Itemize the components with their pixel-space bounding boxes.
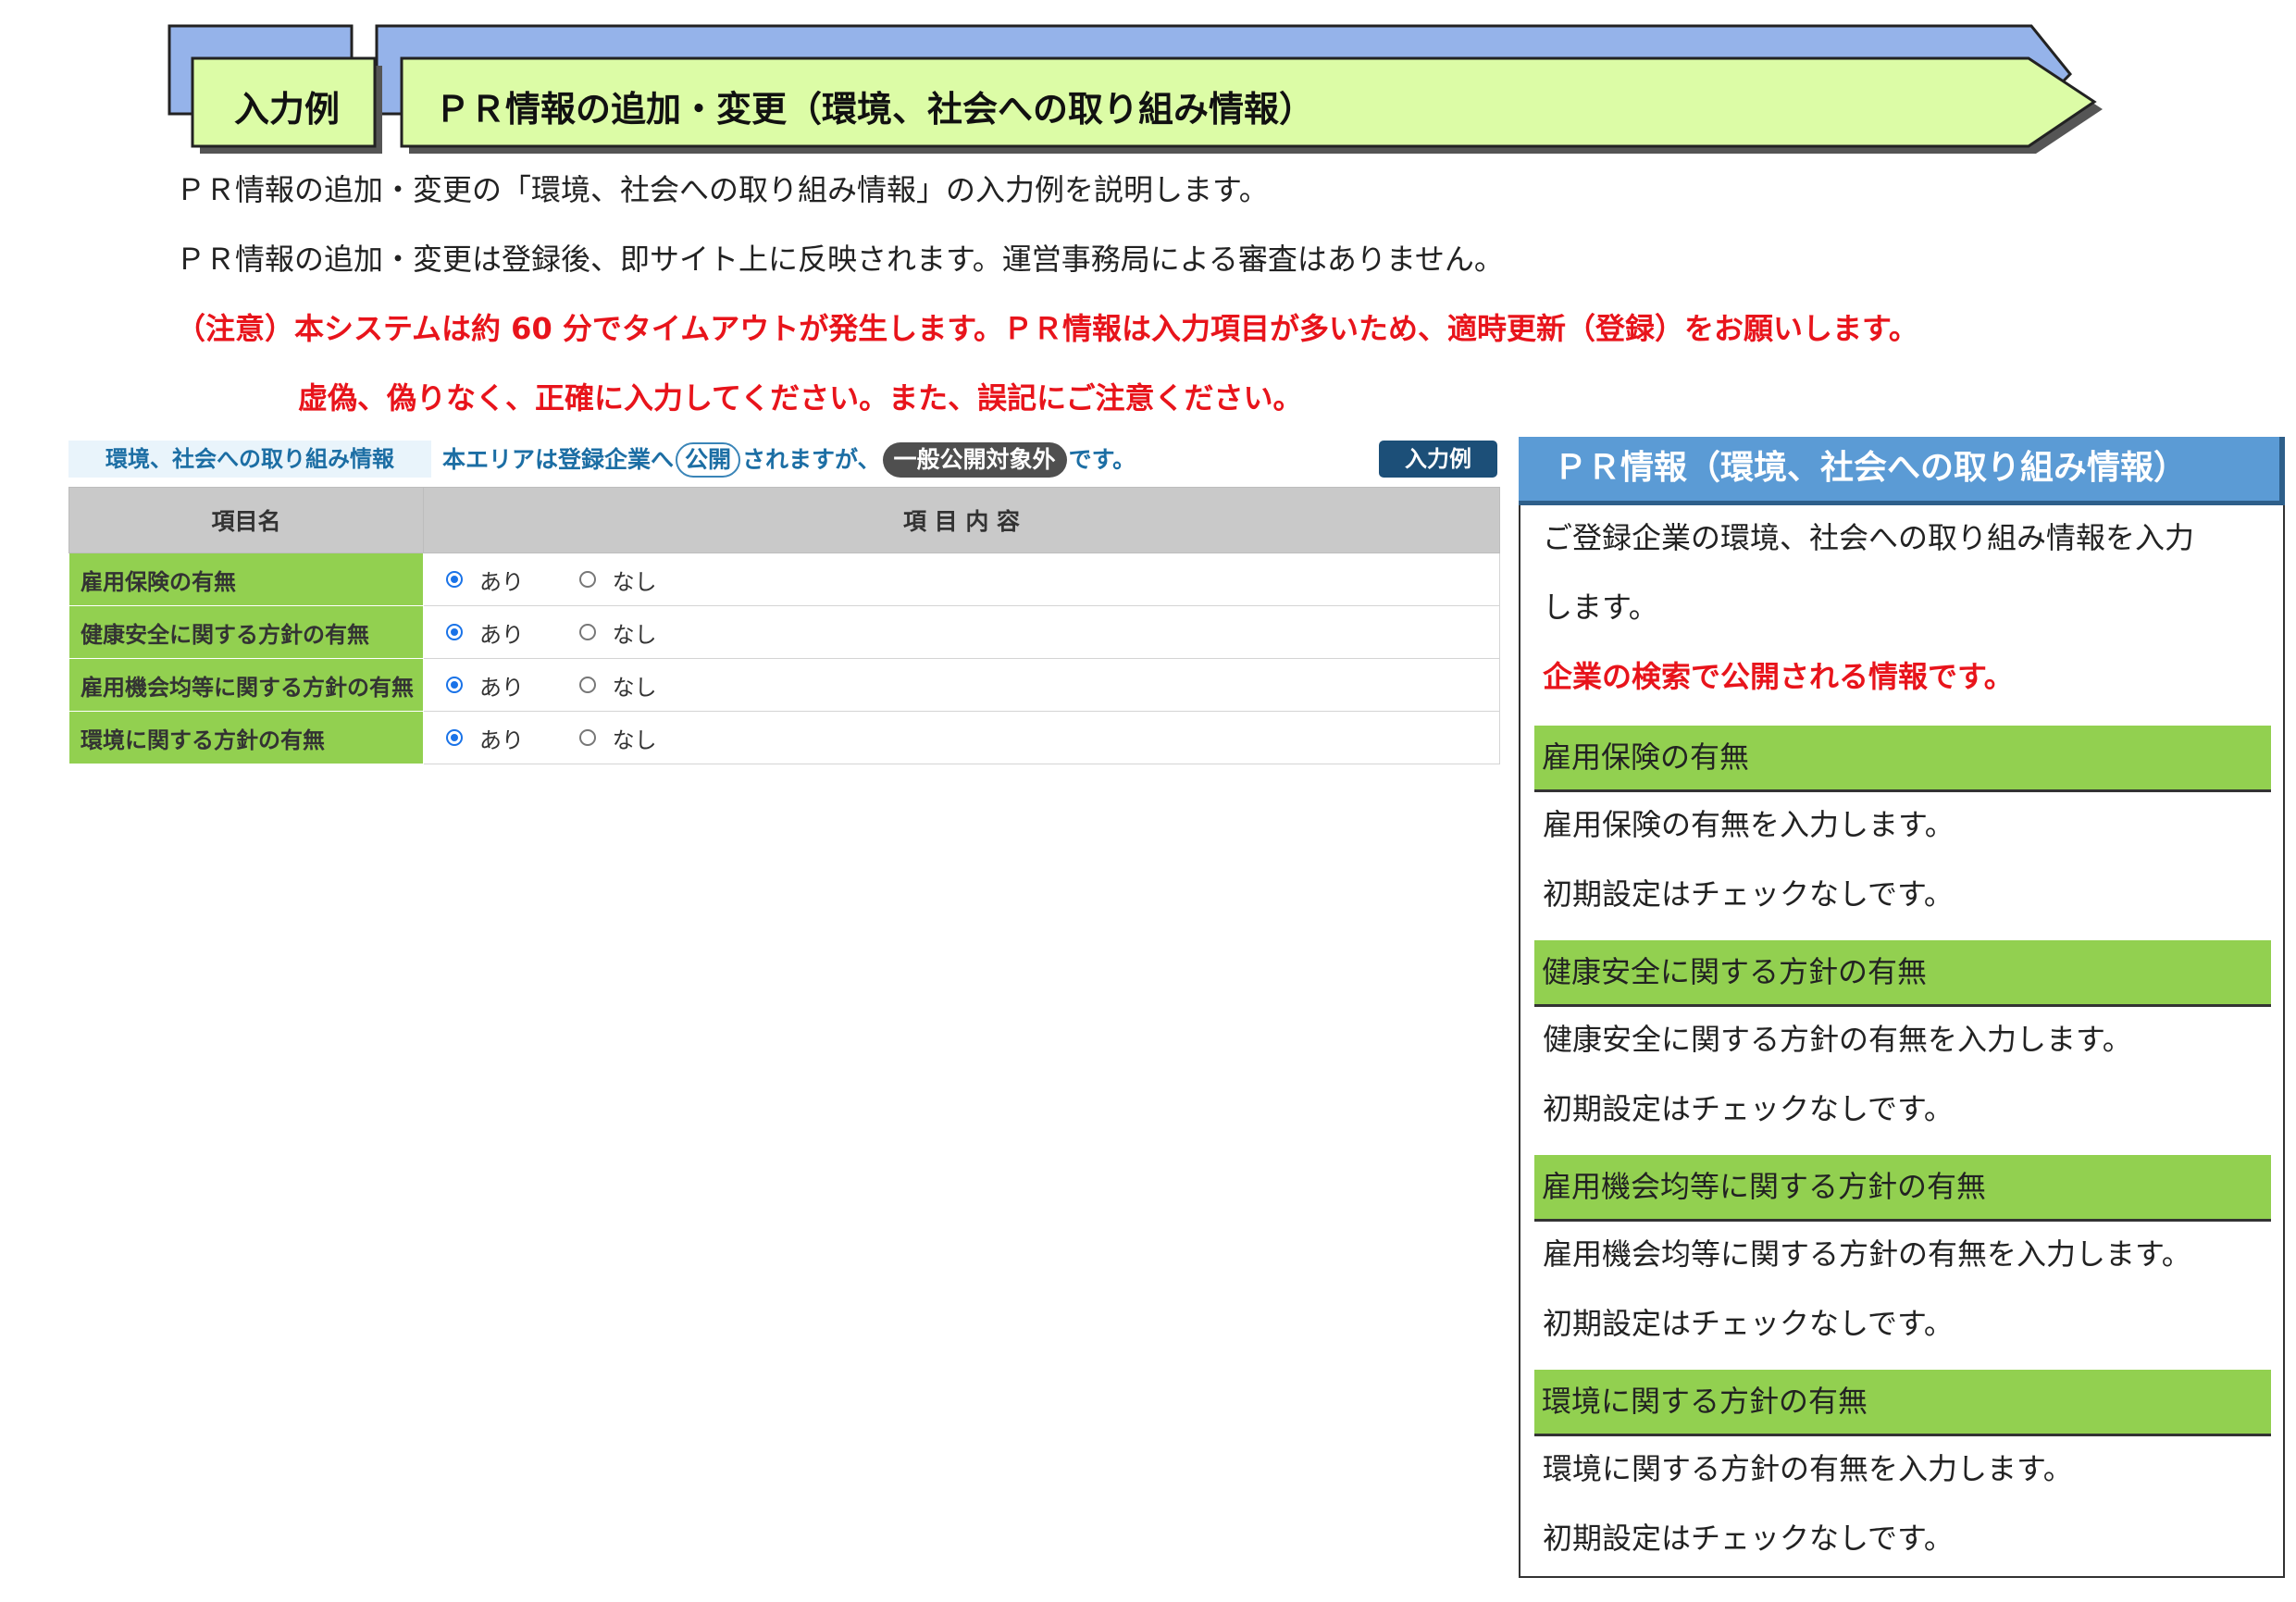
radio-no-label: なし	[612, 674, 657, 701]
input-example-button[interactable]: 入力例	[1379, 441, 1497, 478]
radio-no-employment-insurance[interactable]	[578, 571, 596, 588]
info-panel-title: ＰＲ情報（環境、社会への取り組み情報）	[1554, 449, 2188, 487]
radio-no-equal-opportunity[interactable]	[578, 677, 596, 693]
radio-yes-equal-opportunity[interactable]	[446, 677, 463, 693]
radio-no-environment[interactable]	[578, 729, 596, 746]
section-heading-text: 健康安全に関する方針の有無	[1542, 954, 1928, 989]
row-label: 雇用保険の有無	[68, 553, 424, 606]
panel-section-text: 雇用保険の有無を入力します。	[1543, 807, 1955, 842]
form-visibility-note: 本エリアは登録企業へ 公開 されますが、 一般公開対象外 です。	[442, 441, 1136, 479]
panel-section-text: 雇用機会均等に関する方針の有無を入力します。	[1543, 1236, 2191, 1272]
table-row: 環境に関する方針の有無 あり なし	[68, 711, 1500, 764]
section-heading-text: 雇用保険の有無	[1542, 739, 1750, 775]
table-row: 健康安全に関する方針の有無 あり なし	[68, 605, 1500, 659]
panel-desc-line-2: します。	[1543, 590, 1658, 625]
radio-yes-label: あり	[479, 674, 524, 701]
public-badge: 公開	[676, 442, 741, 478]
form-section-tag: 環境、社会への取り組み情報	[68, 441, 431, 478]
section-heading-text: 雇用機会均等に関する方針の有無	[1542, 1169, 1987, 1204]
panel-section-heading: 環境に関する方針の有無	[1534, 1370, 2271, 1436]
warning-line-1: （注意）本システムは約 60 分でタイムアウトが発生します。ＰＲ情報は入力項目が…	[176, 311, 1918, 346]
radio-yes-health-safety[interactable]	[446, 624, 463, 640]
note-middle: されますが、	[742, 446, 881, 473]
row-value: あり なし	[423, 711, 1500, 764]
header-label: 入力例	[233, 89, 340, 130]
panel-section-text: 健康安全に関する方針の有無を入力します。	[1543, 1022, 2132, 1057]
page-title: ＰＲ情報の追加・変更（環境、社会への取り組み情報）	[435, 89, 1315, 130]
row-value: あり なし	[423, 605, 1500, 659]
panel-section-heading: 雇用機会均等に関する方針の有無	[1534, 1155, 2271, 1222]
radio-no-label: なし	[612, 568, 657, 595]
radio-no-health-safety[interactable]	[578, 624, 596, 640]
radio-yes-environment[interactable]	[446, 729, 463, 746]
panel-section-heading: 雇用保険の有無	[1534, 726, 2271, 792]
panel-section-heading: 健康安全に関する方針の有無	[1534, 940, 2271, 1007]
radio-yes-label: あり	[479, 621, 524, 648]
panel-public-note: 企業の検索で公開される情報です。	[1543, 659, 2014, 694]
note-suffix: です。	[1068, 446, 1136, 473]
intro-line-1: ＰＲ情報の追加・変更の「環境、社会への取り組み情報」の入力例を説明します。	[176, 172, 1269, 207]
panel-section-default: 初期設定はチェックなしです。	[1543, 1521, 1954, 1556]
panel-desc-line-1: ご登録企業の環境、社会への取り組み情報を入力	[1543, 520, 2195, 555]
info-panel: ＰＲ情報（環境、社会への取り組み情報） ご登録企業の環境、社会への取り組み情報を…	[1519, 437, 2285, 1578]
panel-section-text: 環境に関する方針の有無を入力します。	[1543, 1451, 2073, 1486]
radio-yes-label: あり	[479, 568, 524, 595]
form-table: 項目名 項 目 内 容 雇用保険の有無 あり なし 健康安全に関する方針の有無 …	[68, 487, 1500, 764]
intro-line-2: ＰＲ情報の追加・変更は登録後、即サイト上に反映されます。運営事務局による審査はあ…	[176, 242, 1504, 277]
table-header-row: 項目名 項 目 内 容	[68, 487, 1500, 553]
panel-section-default: 初期設定はチェックなしです。	[1543, 1306, 1954, 1341]
panel-section-default: 初期設定はチェックなしです。	[1543, 1091, 1954, 1126]
row-value: あり なし	[423, 553, 1500, 606]
row-label: 環境に関する方針の有無	[68, 711, 424, 764]
row-label: 健康安全に関する方針の有無	[68, 605, 424, 659]
row-label: 雇用機会均等に関する方針の有無	[68, 658, 424, 712]
radio-yes-employment-insurance[interactable]	[446, 571, 463, 588]
warning-line-2: 虚偽、偽りなく、正確に入力してください。また、誤記にご注意ください。	[298, 380, 1303, 416]
info-panel-header: ＰＲ情報（環境、社会への取り組み情報）	[1519, 437, 2285, 505]
excluded-badge: 一般公開対象外	[882, 442, 1067, 478]
radio-no-label: なし	[612, 726, 657, 753]
panel-section-default: 初期設定はチェックなしです。	[1543, 876, 1954, 912]
row-value: あり なし	[423, 658, 1500, 712]
table-row: 雇用保険の有無 あり なし	[68, 553, 1500, 606]
column-header-item-name: 項目名	[68, 487, 424, 553]
radio-yes-label: あり	[479, 726, 524, 753]
note-prefix: 本エリアは登録企業へ	[442, 446, 675, 473]
section-heading-text: 環境に関する方針の有無	[1542, 1384, 1868, 1419]
radio-no-label: なし	[612, 621, 657, 648]
table-row: 雇用機会均等に関する方針の有無 あり なし	[68, 658, 1500, 712]
column-header-item-content: 項 目 内 容	[423, 487, 1500, 553]
